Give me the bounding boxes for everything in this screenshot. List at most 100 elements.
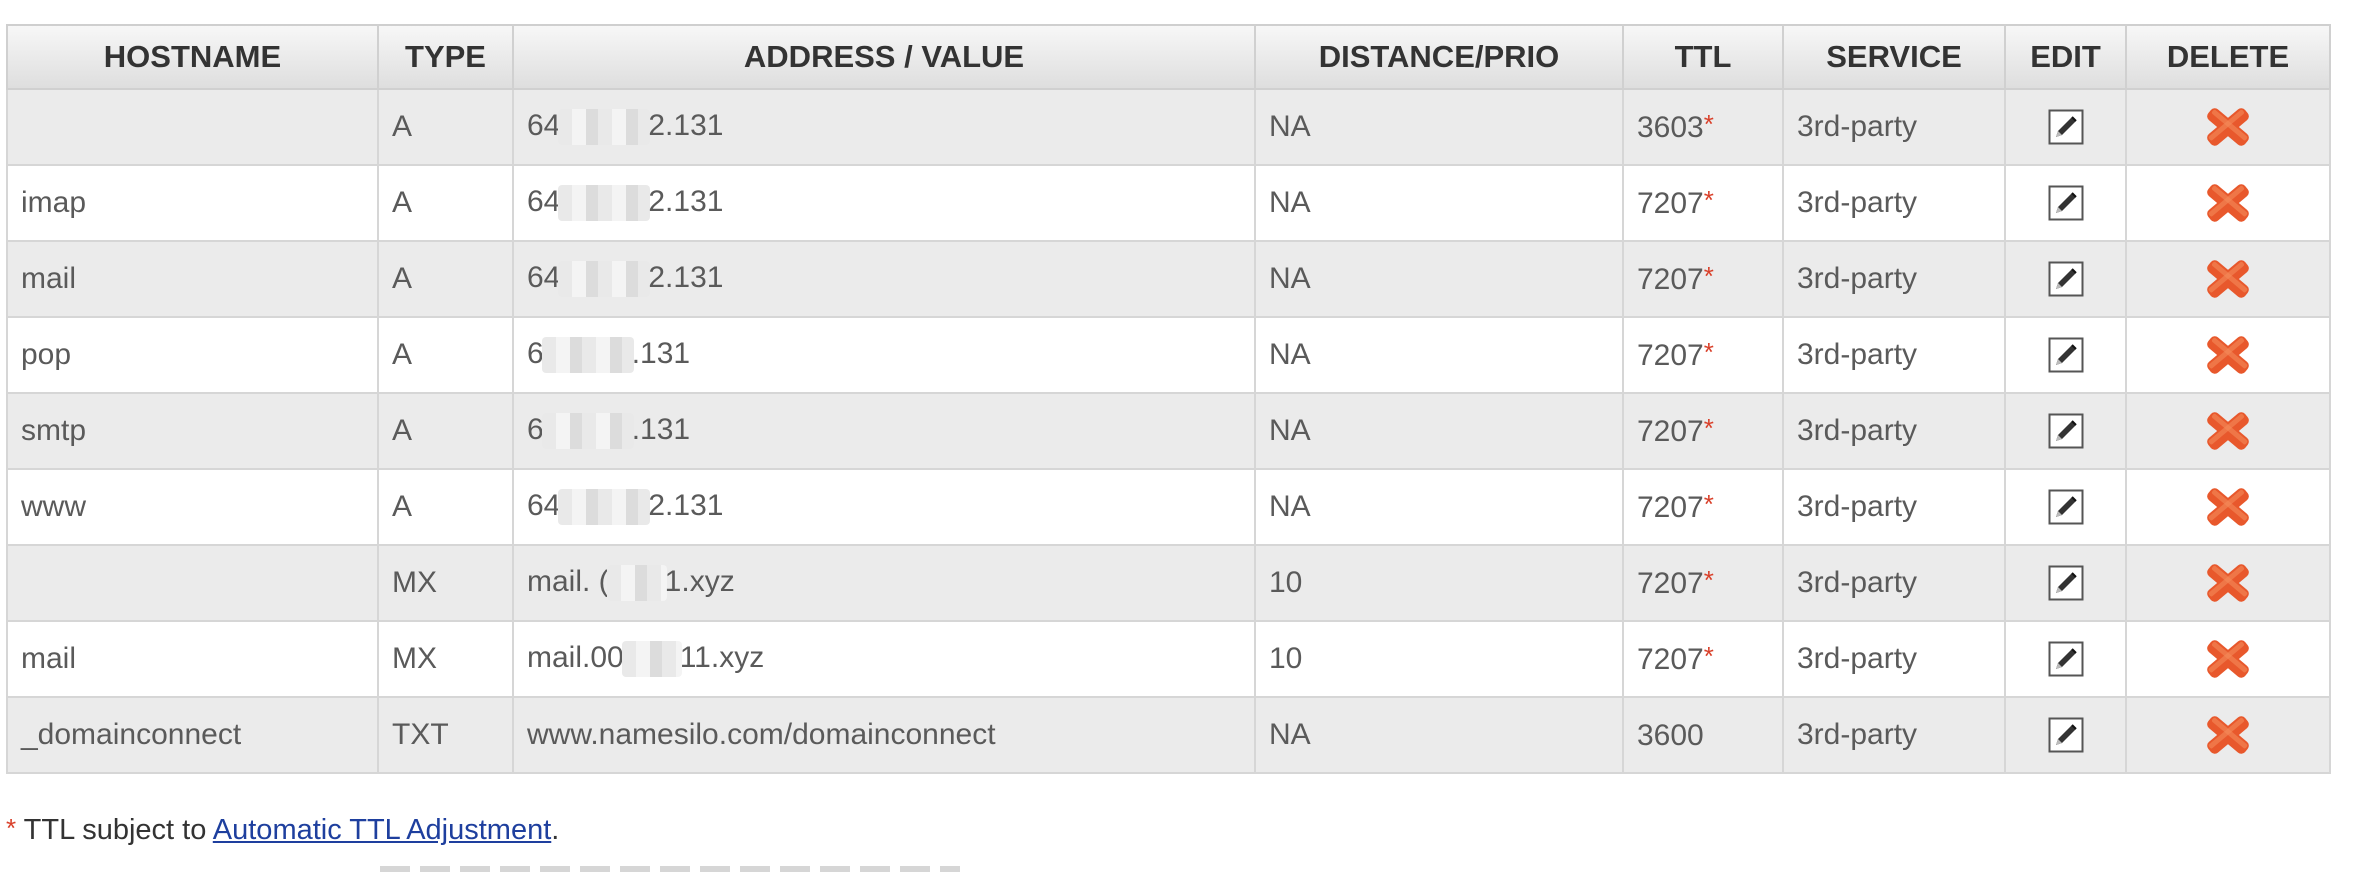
delete-x-icon[interactable] [2203,560,2253,606]
cell-service: 3rd-party [1782,316,2006,394]
cell-edit [2004,164,2127,242]
dns-records-panel: HOSTNAME TYPE ADDRESS / VALUE DISTANCE/P… [0,0,2360,872]
address-visible-end: 2.131 [648,260,724,294]
cell-hostname: imap [6,164,379,242]
redaction-blur [606,565,667,602]
delete-x-icon[interactable] [2203,332,2253,378]
cell-edit [2004,392,2127,470]
delete-x-icon[interactable] [2203,256,2253,302]
cell-distance: 10 [1254,544,1624,622]
ttl-adjust-star: * [1703,261,1714,291]
cell-edit [2004,696,2127,774]
edit-pencil-icon[interactable] [2048,641,2084,677]
ttl-value: 7207 [1637,567,1704,600]
ttl-adjust-star: * [1703,337,1714,367]
address-visible-end: .131 [631,336,691,370]
address-visible-end: 2.131 [648,108,724,142]
redaction-blur [558,489,651,526]
delete-x-icon[interactable] [2203,104,2253,150]
header-type: TYPE [377,24,514,90]
address-visible-start: 64 [527,488,561,522]
cell-distance: NA [1254,316,1624,394]
ttl-adjust-star: * [1703,185,1714,215]
table-row: _domainconnect TXT www.namesilo.com/domain… [6,696,2331,774]
cell-type: MX [377,620,514,698]
cell-delete [2125,240,2331,318]
address-visible-start: 64 [527,108,561,142]
cell-edit [2004,544,2127,622]
address-visible-end: 1.xyz [664,564,735,598]
cell-delete [2125,620,2331,698]
cell-address: 64 2.131 [512,164,1256,242]
cell-edit [2004,88,2127,166]
header-distance: DISTANCE/PRIO [1254,24,1624,90]
table-row: www A 64 2.131 NA 7207* 3rd-party [6,468,2331,546]
table-row: imap A 64 2.131 NA 7207* 3rd-party [6,164,2331,242]
cell-delete [2125,164,2331,242]
ttl-value: 3603 [1637,111,1704,144]
edit-pencil-icon[interactable] [2048,185,2084,221]
cell-type: A [377,468,514,546]
table-row: mail MX mail.00 11.xyz 10 7207* 3rd-party [6,620,2331,698]
cell-edit [2004,316,2127,394]
cell-ttl: 7207* [1622,240,1784,318]
cell-delete [2125,392,2331,470]
edit-pencil-icon[interactable] [2048,413,2084,449]
cell-distance: NA [1254,468,1624,546]
address-visible-start: www.namesilo.com/domainconnect [527,718,996,751]
ttl-adjust-star: * [1703,489,1714,519]
delete-x-icon[interactable] [2203,636,2253,682]
cell-service: 3rd-party [1782,240,2006,318]
ttl-adjust-star: * [1703,413,1714,443]
cell-ttl: 3603* [1622,88,1784,166]
delete-x-icon[interactable] [2203,180,2253,226]
automatic-ttl-adjustment-link[interactable]: Automatic TTL Adjustment [213,814,551,846]
cell-delete [2125,316,2331,394]
edit-pencil-icon[interactable] [2048,565,2084,601]
cell-hostname: mail [6,240,379,318]
delete-x-icon[interactable] [2203,408,2253,454]
table-row: MX mail. (1.xyz 10 7207* 3rd-party [6,544,2331,622]
cell-service: 3rd-party [1782,164,2006,242]
address-visible-start: 64 [527,184,561,218]
cell-hostname: pop [6,316,379,394]
cell-distance: 10 [1254,620,1624,698]
edit-pencil-icon[interactable] [2048,337,2084,373]
delete-x-icon[interactable] [2203,712,2253,758]
cell-distance: NA [1254,696,1624,774]
edit-pencil-icon[interactable] [2048,717,2084,753]
cut-off-text-fragment [380,866,960,872]
footnote-end: . [551,814,560,846]
cell-ttl: 7207* [1622,544,1784,622]
table-header-row: HOSTNAME TYPE ADDRESS / VALUE DISTANCE/P… [6,24,2331,90]
cell-type: A [377,164,514,242]
cell-edit [2004,620,2127,698]
cell-type: A [377,240,514,318]
ttl-value: 7207 [1637,187,1704,220]
cell-address: mail. (1.xyz [512,544,1256,622]
table-row: smtp A 6.131 NA 7207* 3rd-party [6,392,2331,470]
header-address: ADDRESS / VALUE [512,24,1256,90]
cell-distance: NA [1254,164,1624,242]
cell-ttl: 7207* [1622,316,1784,394]
cell-service: 3rd-party [1782,620,2006,698]
cell-type: TXT [377,696,514,774]
edit-pencil-icon[interactable] [2048,489,2084,525]
ttl-value: 7207 [1637,263,1704,296]
delete-x-icon[interactable] [2203,484,2253,530]
footnote-text: TTL subject to [16,814,213,846]
cell-address: 64 2.131 [512,88,1256,166]
cell-address: www.namesilo.com/domainconnect [512,696,1256,774]
ttl-footnote: * TTL subject to Automatic TTL Adjustmen… [6,813,559,847]
address-visible-start: 64 [527,260,561,294]
cell-edit [2004,240,2127,318]
address-visible-end: 2.131 [648,184,724,218]
cell-ttl: 7207* [1622,392,1784,470]
redaction-blur [558,185,651,222]
edit-pencil-icon[interactable] [2048,261,2084,297]
cell-hostname: smtp [6,392,379,470]
edit-pencil-icon[interactable] [2048,109,2084,145]
cell-address: 6.131 [512,316,1256,394]
cell-type: A [377,88,514,166]
redaction-blur [558,261,651,298]
